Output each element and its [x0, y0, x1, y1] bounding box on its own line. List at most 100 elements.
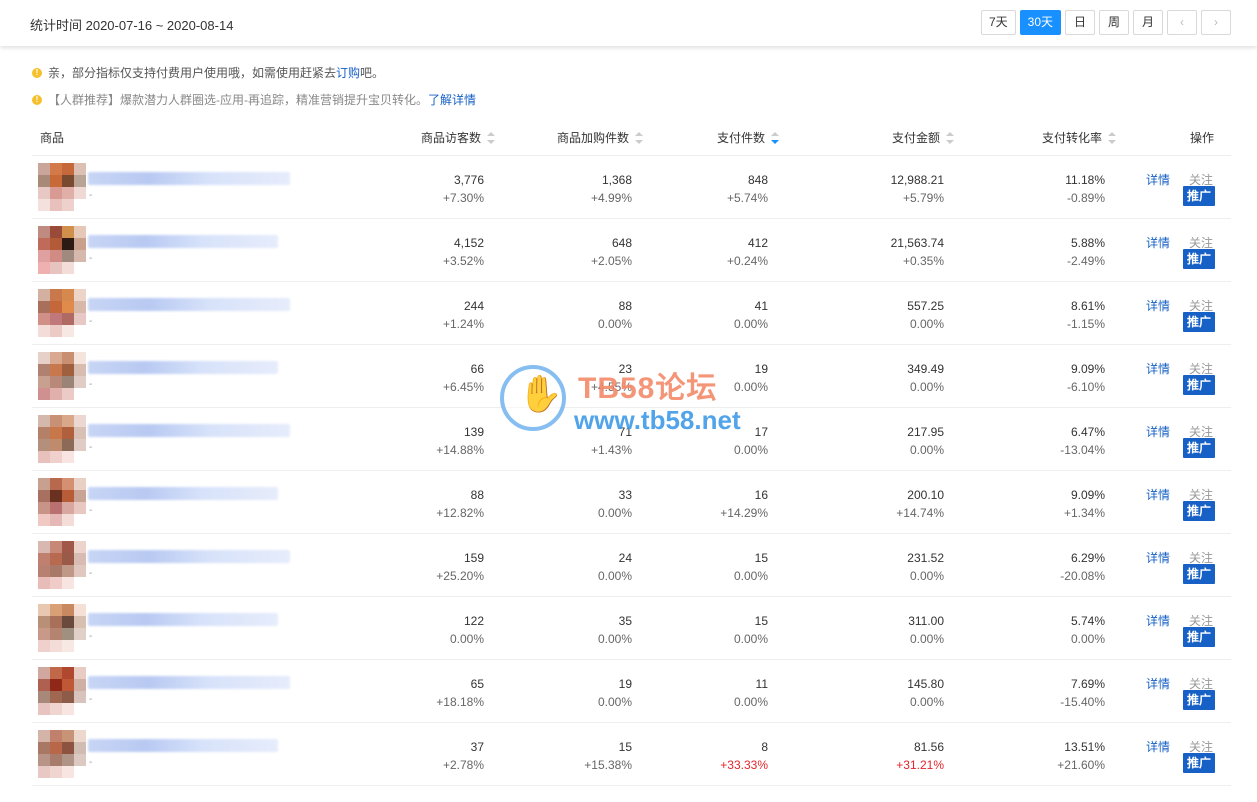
header-paid-amount[interactable]: 支付金额 [892, 129, 955, 146]
warning-icon: ! [32, 67, 42, 78]
header-visitors-label: 商品访客数 [421, 131, 482, 145]
sort-icon[interactable] [487, 132, 496, 144]
sort-icon[interactable] [946, 132, 955, 144]
product-title-blurred[interactable] [88, 487, 278, 500]
conv-change: +1.34% [1063, 506, 1105, 520]
conv-value: 11.18% [1065, 173, 1105, 187]
stat-time: 统计时间 2020-07-16 ~ 2020-08-14 [30, 18, 234, 33]
cell-amount: 311.00 0.00% [908, 612, 944, 648]
cell-conv: 5.88% -2.49% [1067, 234, 1105, 270]
promote-button[interactable]: 推广 [1183, 249, 1215, 269]
period-month-button[interactable]: 月 [1133, 10, 1163, 35]
learn-more-link[interactable]: 了解详情 [428, 91, 476, 108]
promote-button[interactable]: 推广 [1183, 438, 1215, 458]
product-thumbnail[interactable] [38, 289, 86, 337]
product-thumbnail[interactable] [38, 163, 86, 211]
detail-link[interactable]: 详情 [1146, 612, 1170, 629]
cart-value: 1,368 [601, 173, 632, 187]
detail-link[interactable]: 详情 [1146, 675, 1170, 692]
detail-link[interactable]: 详情 [1146, 297, 1170, 314]
product-title-blurred[interactable] [88, 613, 278, 626]
warning-icon: ! [32, 94, 42, 105]
product-thumbnail[interactable] [38, 730, 86, 778]
product-subtitle: - [89, 568, 93, 579]
conv-value: 5.88% [1070, 236, 1105, 250]
product-thumbnail[interactable] [38, 604, 86, 652]
header-conversion[interactable]: 支付转化率 [1042, 129, 1117, 146]
cart-change: 0.00% [597, 695, 632, 709]
promote-button[interactable]: 推广 [1183, 627, 1215, 647]
product-title-blurred[interactable] [88, 172, 290, 185]
visitors-change: +14.88% [436, 443, 484, 457]
conv-value: 9.09% [1070, 488, 1105, 502]
product-title-blurred[interactable] [88, 235, 278, 248]
promote-button[interactable]: 推广 [1183, 690, 1215, 710]
paid-value: 15 [754, 551, 768, 565]
cell-conv: 6.47% -13.04% [1060, 423, 1105, 459]
sort-icon[interactable] [1108, 132, 1117, 144]
product-thumbnail[interactable] [38, 226, 86, 274]
table-row: - 37 +2.78% 15 +15.38% 8 +33.33% 81.56 +31.21% 13… [32, 723, 1231, 786]
notice-crowd: ! 【人群推荐】爆款潜力人群圈选-应用-再追踪，精准营销提升宝贝转化。 了解详情 [32, 91, 476, 108]
promote-button[interactable]: 推广 [1183, 186, 1215, 206]
cart-value: 33 [618, 488, 632, 502]
detail-link[interactable]: 详情 [1146, 549, 1170, 566]
promote-button[interactable]: 推广 [1183, 501, 1215, 521]
conv-value: 5.74% [1070, 614, 1105, 628]
product-title-blurred[interactable] [88, 361, 278, 374]
header-visitors[interactable]: 商品访客数 [421, 129, 496, 146]
promote-button[interactable]: 推广 [1183, 375, 1215, 395]
detail-link[interactable]: 详情 [1146, 738, 1170, 755]
period-week-button[interactable]: 周 [1099, 10, 1129, 35]
detail-link[interactable]: 详情 [1146, 171, 1170, 188]
period-30d-button[interactable]: 30天 [1019, 10, 1061, 35]
period-7d-button[interactable]: 7天 [980, 10, 1016, 35]
product-title-blurred[interactable] [88, 739, 278, 752]
amount-value: 81.56 [913, 740, 944, 754]
detail-link[interactable]: 详情 [1146, 486, 1170, 503]
visitors-change: 0.00% [449, 632, 484, 646]
product-thumbnail[interactable] [38, 478, 86, 526]
cell-visitors: 244 +1.24% [443, 297, 484, 333]
promote-button[interactable]: 推广 [1183, 753, 1215, 773]
product-subtitle: - [89, 631, 93, 642]
product-title-blurred[interactable] [88, 550, 290, 563]
amount-change: 0.00% [909, 695, 944, 709]
prev-period-button[interactable]: ‹ [1167, 10, 1197, 35]
header-paid-items[interactable]: 支付件数 [717, 129, 780, 146]
next-period-button[interactable]: › [1201, 10, 1231, 35]
period-day-button[interactable]: 日 [1065, 10, 1095, 35]
paid-value: 8 [761, 740, 768, 754]
cell-paid: 848 +5.74% [727, 171, 768, 207]
cell-visitors: 3,776 +7.30% [443, 171, 484, 207]
cell-cart: 1,368 +4.99% [591, 171, 632, 207]
cell-cart: 23 +4.55% [591, 360, 632, 396]
product-subtitle: - [89, 379, 93, 390]
product-thumbnail[interactable] [38, 415, 86, 463]
detail-link[interactable]: 详情 [1146, 360, 1170, 377]
promote-button[interactable]: 推广 [1183, 312, 1215, 332]
table-row: - 66 +6.45% 23 +4.55% 19 0.00% 349.49 0.00% 9.09%… [32, 345, 1231, 408]
product-thumbnail[interactable] [38, 541, 86, 589]
table-row: - 159 +25.20% 24 0.00% 15 0.00% 231.52 0.00% 6.29… [32, 534, 1231, 597]
product-title-blurred[interactable] [88, 676, 290, 689]
product-title-blurred[interactable] [88, 298, 290, 311]
sort-icon[interactable] [635, 132, 644, 144]
promote-button[interactable]: 推广 [1183, 564, 1215, 584]
detail-link[interactable]: 详情 [1146, 234, 1170, 251]
product-subtitle: - [89, 694, 93, 705]
table-row: - 3,776 +7.30% 1,368 +4.99% 848 +5.74% 12,988.2… [32, 156, 1231, 219]
visitors-value: 159 [463, 551, 484, 565]
visitors-change: +18.18% [436, 695, 484, 709]
detail-link[interactable]: 详情 [1146, 423, 1170, 440]
cart-change: +1.43% [590, 443, 632, 457]
cell-visitors: 122 0.00% [450, 612, 484, 648]
notice-suffix: 吧。 [360, 66, 385, 80]
subscribe-link[interactable]: 订购 [336, 64, 360, 81]
product-thumbnail[interactable] [38, 667, 86, 715]
sort-desc-icon[interactable] [771, 132, 780, 144]
product-thumbnail[interactable] [38, 352, 86, 400]
header-cart[interactable]: 商品加购件数 [557, 129, 644, 146]
product-title-blurred[interactable] [88, 424, 290, 437]
conv-change: -6.10% [1066, 380, 1105, 394]
